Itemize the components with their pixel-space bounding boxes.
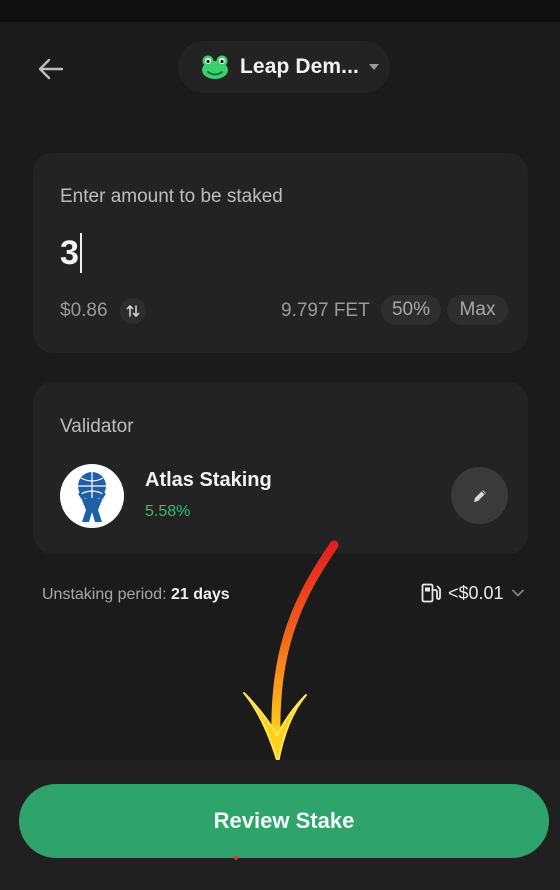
- chevron-down-icon: [511, 589, 524, 597]
- available-balance: 9.797 FET: [281, 300, 370, 321]
- usd-value: $0.86: [60, 300, 108, 321]
- swap-vertical-icon: [126, 305, 140, 317]
- frog-icon: [202, 55, 228, 79]
- caret-down-icon: [368, 64, 379, 70]
- amount-label: Enter amount to be staked: [60, 186, 283, 207]
- wallet-name: Leap Dem...: [240, 55, 359, 78]
- fee-selector[interactable]: <$0.01: [420, 582, 524, 604]
- swap-currency-button[interactable]: [120, 298, 146, 324]
- back-button[interactable]: [34, 52, 68, 86]
- validator-apr: 5.58%: [145, 503, 191, 520]
- max-button[interactable]: Max: [447, 295, 508, 325]
- wallet-selector[interactable]: Leap Dem...: [178, 41, 390, 93]
- fee-value: <$0.01: [448, 582, 504, 603]
- pencil-icon: [473, 489, 486, 502]
- amount-input[interactable]: [60, 231, 500, 275]
- atlas-logo: [60, 464, 124, 528]
- validator-label: Validator: [60, 416, 134, 437]
- annotation-arrow: [243, 540, 339, 764]
- validator-name: Atlas Staking: [145, 469, 272, 491]
- unstaking-label: Unstaking period:: [42, 586, 167, 603]
- text-cursor: [80, 233, 82, 273]
- fifty-percent-button[interactable]: 50%: [381, 295, 441, 325]
- gas-pump-icon: [421, 583, 441, 603]
- unstaking-value: 21 days: [170, 586, 230, 603]
- unstaking-period: Unstaking period: 21 days: [42, 586, 230, 604]
- top-strip: [0, 0, 560, 22]
- edit-validator-button[interactable]: [451, 467, 508, 524]
- review-stake-button[interactable]: Review Stake: [19, 784, 549, 858]
- pointer-dot: [234, 856, 238, 860]
- validator-card: Validator Atlas Staking 5.58%: [33, 382, 528, 554]
- amount-card: Enter amount to be staked $0.86 9.797 FE…: [33, 153, 528, 353]
- arrow-left-icon: [38, 58, 64, 80]
